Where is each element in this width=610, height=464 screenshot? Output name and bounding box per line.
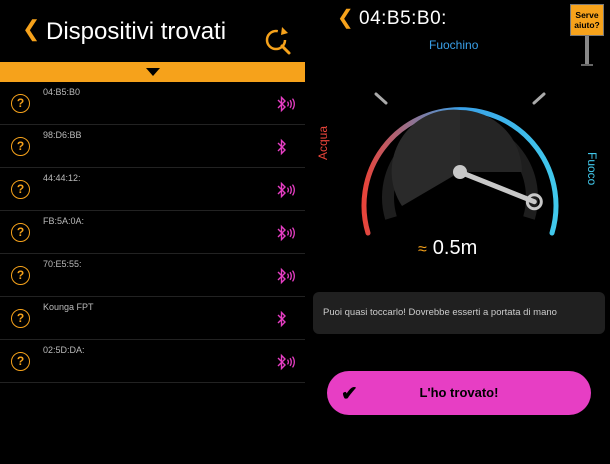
gauge-sector	[391, 109, 460, 206]
device-row[interactable]: ? 02:5D:DA:	[0, 340, 305, 383]
bluetooth-icon	[277, 138, 286, 156]
found-it-label: L'ho trovato!	[419, 385, 499, 400]
question-mark-icon: ?	[11, 266, 30, 285]
question-mark-icon: ?	[11, 223, 30, 242]
distance-readout: ≈0.5m	[418, 237, 477, 260]
device-list-screen: ❮ Dispositivi trovati ? 04:B5:B0? 98:D6:BB…	[0, 0, 305, 464]
approx-symbol: ≈	[418, 241, 427, 258]
bluetooth-icon	[277, 310, 286, 328]
proximity-gauge	[361, 92, 559, 236]
device-row[interactable]: ? 44:44:12:	[0, 168, 305, 211]
device-address: FB:5A:0A:	[43, 216, 85, 226]
device-row[interactable]: ? Kounga FPT	[0, 297, 305, 340]
question-mark-icon: ?	[11, 137, 30, 156]
header: ❮ Dispositivi trovati	[0, 0, 305, 62]
device-address: 44:44:12:	[43, 173, 81, 183]
bluetooth-signal-icon	[277, 353, 295, 371]
device-list: ? 04:B5:B0? 98:D6:BB? 44:44:12:? FB:5A:0A:? 7…	[0, 82, 305, 383]
device-address: 04:B5:B0	[43, 87, 81, 97]
found-it-button[interactable]: ✔ L'ho trovato!	[327, 371, 591, 415]
expand-bar[interactable]	[0, 62, 305, 82]
device-row[interactable]: ? 04:B5:B0	[0, 82, 305, 125]
question-mark-icon: ?	[11, 309, 30, 328]
tick-right	[532, 92, 546, 105]
device-row[interactable]: ? FB:5A:0A:	[0, 211, 305, 254]
question-mark-icon: ?	[11, 94, 30, 113]
device-title: 04:B5:B0:	[359, 8, 447, 29]
device-address: 02:5D:DA:	[43, 345, 85, 355]
search-refresh-icon[interactable]	[262, 24, 292, 56]
question-mark-icon: ?	[11, 180, 30, 199]
device-address: 98:D6:BB	[43, 130, 82, 140]
page-title: Dispositivi trovati	[46, 18, 227, 45]
hint-text: Puoi quasi toccarlo! Dovrebbe esserti a …	[323, 307, 557, 318]
question-mark-icon: ?	[11, 352, 30, 371]
bluetooth-signal-icon	[277, 95, 295, 113]
device-row[interactable]: ? 98:D6:BB	[0, 125, 305, 168]
bluetooth-signal-icon	[277, 267, 295, 285]
tick-left	[374, 92, 388, 105]
device-row[interactable]: ? 70:E5:55:	[0, 254, 305, 297]
bluetooth-signal-icon	[277, 224, 295, 242]
device-address: Kounga FPT	[43, 302, 94, 312]
bluetooth-signal-icon	[277, 181, 295, 199]
device-finder-screen: ❮ 04:B5:B0: Serve aiuto? Fuochino Acqua …	[305, 0, 610, 464]
distance-value: 0.5m	[432, 237, 478, 259]
chevron-down-icon[interactable]	[146, 68, 160, 76]
hint-message: Puoi quasi toccarlo! Dovrebbe esserti a …	[313, 292, 605, 334]
gauge-sector-dark	[460, 110, 522, 172]
chevron-left-icon[interactable]: ❮	[337, 6, 354, 30]
chevron-left-icon[interactable]: ❮	[22, 16, 40, 42]
device-address: 70:E5:55:	[43, 259, 82, 269]
